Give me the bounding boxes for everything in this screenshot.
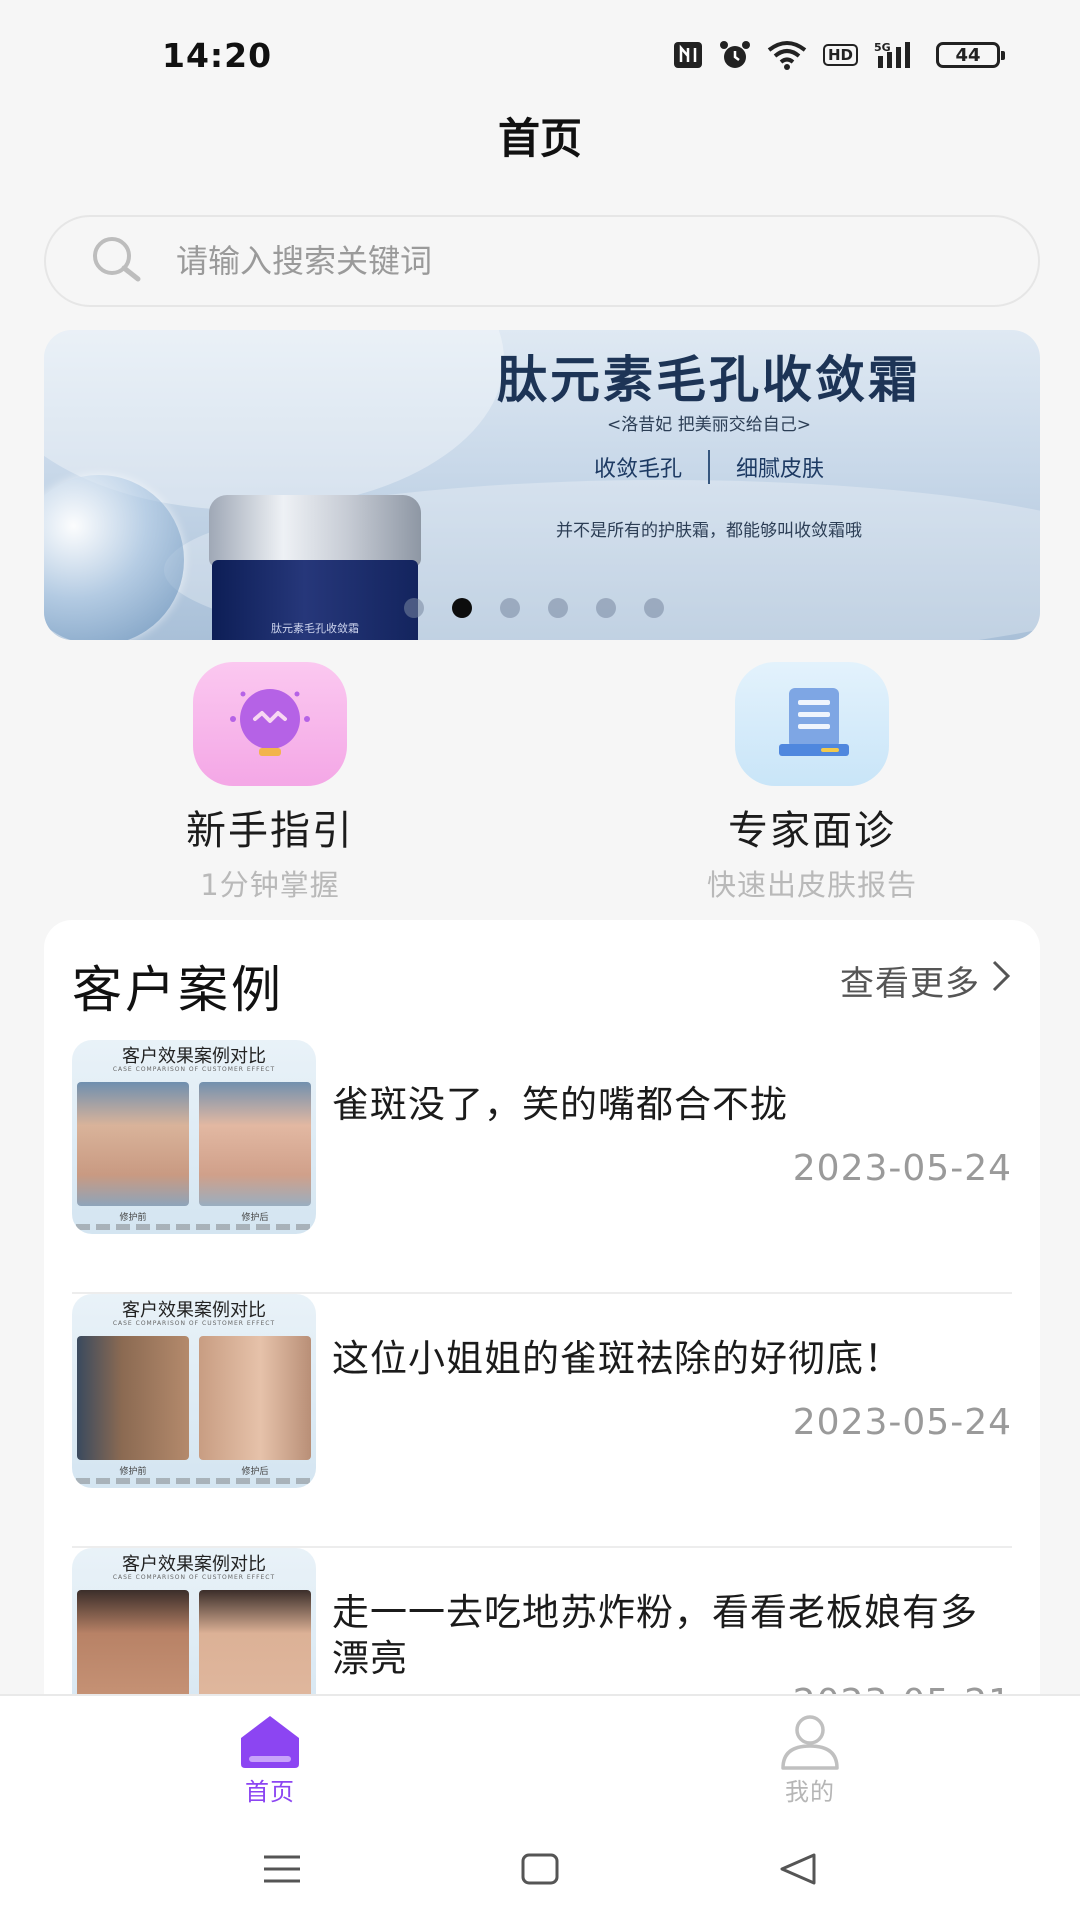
case-date: 2023-05-24	[792, 1148, 1012, 1189]
search-bar[interactable]	[44, 215, 1040, 307]
after-photo	[199, 1082, 311, 1206]
banner-tag: 细腻皮肤	[736, 457, 825, 482]
thumbnail-footnote	[76, 1478, 312, 1484]
back-icon[interactable]	[768, 1846, 828, 1892]
carousel-dot[interactable]	[644, 598, 664, 618]
after-photo	[199, 1336, 311, 1460]
banner-tag: 收敛毛孔	[593, 457, 682, 482]
tab-home[interactable]: 首页	[170, 1696, 370, 1807]
product-jar-label: 肽元素毛孔收敛霜	[271, 622, 359, 635]
quick-action-expert-consultation[interactable]: 专家面诊 快速出皮肤报告	[652, 662, 972, 904]
thumbnail-title: 客户效果案例对比	[122, 1554, 266, 1575]
banner-subtitle: <洛昔妃 把美丽交给自己>	[607, 415, 811, 435]
quick-action-subtitle: 快速出皮肤报告	[706, 868, 917, 902]
signal-icon: 5G	[874, 40, 920, 70]
user-icon	[775, 1712, 845, 1770]
carousel-dot[interactable]	[404, 598, 424, 618]
carousel-dot[interactable]	[596, 598, 616, 618]
thumbnail-subtitle: CASE COMPARISON OF CUSTOMER EFFECT	[112, 1574, 276, 1581]
search-input[interactable]	[176, 242, 996, 280]
status-time: 14:20	[162, 35, 273, 75]
chevron-right-icon	[990, 959, 1012, 1002]
system-navigation-bar	[0, 1810, 1080, 1920]
case-date: 2023-05-24	[792, 1402, 1012, 1443]
alarm-icon	[719, 40, 751, 70]
thumbnail-title: 客户效果案例对比	[122, 1046, 266, 1067]
quick-action-title: 专家面诊	[728, 808, 896, 854]
home-button-icon[interactable]	[510, 1846, 570, 1892]
customer-cases-section: 客户案例 查看更多 客户效果案例对比 CASE COMPARISON OF CU…	[44, 920, 1040, 1720]
view-more-label: 查看更多	[840, 964, 980, 1004]
banner-title: 肽元素毛孔收敛霜	[497, 351, 921, 409]
home-icon	[235, 1712, 305, 1770]
thumbnail-title: 客户效果案例对比	[122, 1300, 266, 1321]
thumbnail-subtitle: CASE COMPARISON OF CUSTOMER EFFECT	[112, 1320, 276, 1327]
case-title: 走一一去吃地苏炸粉，看看老板娘有多漂亮	[332, 1591, 978, 1680]
bottom-tab-bar: 首页 我的	[0, 1694, 1080, 1810]
divider	[708, 450, 710, 484]
banner-tags: 收敛毛孔 细腻皮肤	[409, 450, 1009, 484]
after-caption: 修护后	[241, 1467, 269, 1477]
menu-icon[interactable]	[252, 1846, 312, 1892]
after-caption: 修护后	[241, 1213, 269, 1223]
nfc-icon	[673, 41, 703, 69]
status-icons: HD 5G 44	[673, 40, 1005, 70]
battery-indicator: 44	[936, 42, 1005, 68]
case-thumbnail: 客户效果案例对比 CASE COMPARISON OF CUSTOMER EFF…	[72, 1294, 316, 1488]
wifi-icon	[767, 40, 807, 70]
carousel-dot[interactable]	[548, 598, 568, 618]
quick-action-beginner-guide[interactable]: 新手指引 1分钟掌握	[110, 662, 430, 904]
lightbulb-icon	[193, 662, 347, 786]
promo-banner[interactable]: 肽元素毛孔收敛霜 肽元素毛孔收敛霜 <洛昔妃 把美丽交给自己> 收敛毛孔 细腻皮…	[44, 330, 1040, 640]
thumbnail-footnote	[76, 1224, 312, 1230]
banner-description: 并不是所有的护肤霜，都能够叫收敛霜哦	[556, 521, 862, 541]
case-title: 雀斑没了，笑的嘴都合不拢	[332, 1083, 788, 1126]
carousel-dot[interactable]	[500, 598, 520, 618]
view-more-link[interactable]: 查看更多	[840, 956, 1012, 1005]
search-icon	[88, 234, 146, 288]
before-caption: 修护前	[119, 1467, 147, 1477]
carousel-dot-active[interactable]	[452, 598, 472, 618]
thumbnail-subtitle: CASE COMPARISON OF CUSTOMER EFFECT	[112, 1066, 276, 1073]
case-title: 这位小姐姐的雀斑祛除的好彻底！	[332, 1337, 902, 1380]
before-photo	[77, 1336, 189, 1460]
before-caption: 修护前	[119, 1213, 147, 1223]
status-bar: 14:20 HD 5G 44	[0, 0, 1080, 110]
hd-badge: HD	[822, 44, 858, 66]
quick-action-subtitle: 1分钟掌握	[200, 868, 340, 902]
case-list-item[interactable]: 客户效果案例对比 CASE COMPARISON OF CUSTOMER EFF…	[72, 1294, 1012, 1548]
carousel-indicator	[404, 598, 664, 618]
page-title: 首页	[497, 114, 582, 163]
document-icon	[735, 662, 889, 786]
case-thumbnail: 客户效果案例对比 CASE COMPARISON OF CUSTOMER EFF…	[72, 1040, 316, 1234]
tab-label: 我的	[785, 1778, 835, 1806]
tab-label: 首页	[245, 1778, 295, 1806]
section-title: 客户案例	[72, 961, 284, 1019]
product-jar-lid	[209, 495, 421, 567]
before-photo	[77, 1082, 189, 1206]
section-header: 客户案例 查看更多	[44, 920, 1040, 1040]
tab-profile[interactable]: 我的	[710, 1696, 910, 1807]
case-list-item[interactable]: 客户效果案例对比 CASE COMPARISON OF CUSTOMER EFF…	[72, 1040, 1012, 1294]
quick-action-title: 新手指引	[186, 808, 354, 854]
